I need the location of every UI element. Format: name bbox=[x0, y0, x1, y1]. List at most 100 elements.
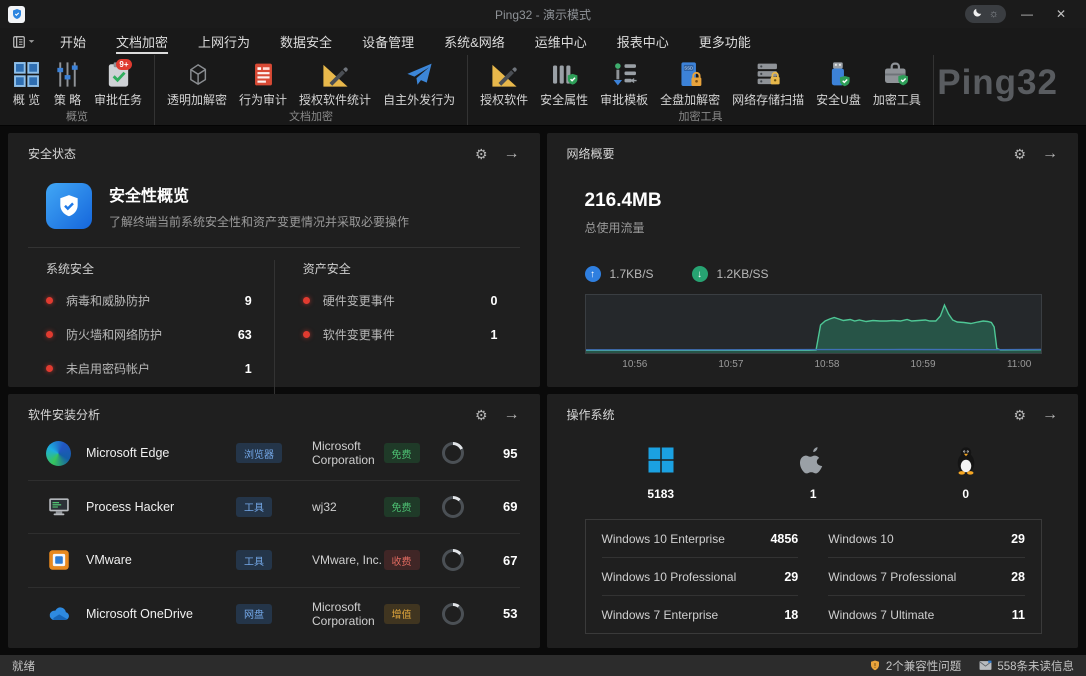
category-badge: 网盘 bbox=[236, 604, 272, 624]
status-ready-text: 就绪 bbox=[12, 658, 35, 674]
mail-icon bbox=[979, 660, 992, 671]
vmware-icon bbox=[46, 547, 72, 573]
compatibility-issues[interactable]: 2个兼容性问题 bbox=[869, 658, 961, 674]
close-button[interactable]: ✕ bbox=[1048, 0, 1074, 28]
panel-operating-systems: 操作系统 ⚙ → 5183 1 bbox=[547, 394, 1079, 648]
score-ring bbox=[442, 442, 464, 464]
ribbon-group-doc-encryption: 透明加解密 行为审计 授权软件统计 自主外发行为 文档加密 bbox=[155, 55, 468, 125]
list-item[interactable]: 未启用密码帐户1 bbox=[46, 360, 252, 377]
approval-badge: 9+ bbox=[116, 59, 131, 70]
ribbon-toolbar: 概 览 策 略 9+ 审批任务 概览 透 bbox=[0, 55, 1086, 126]
tab-web-behavior[interactable]: 上网行为 bbox=[183, 29, 265, 54]
self-outgoing-button[interactable]: 自主外发行为 bbox=[377, 58, 461, 110]
table-row[interactable]: Windows 7 Enterprise18 bbox=[602, 596, 799, 633]
theme-toggle[interactable]: ☼ bbox=[965, 5, 1006, 23]
arrow-right-icon[interactable]: → bbox=[1042, 146, 1058, 162]
table-row[interactable]: VMware 工具 VMware, Inc. 收费 67 bbox=[28, 534, 520, 588]
approval-tasks-button[interactable]: 9+ 审批任务 bbox=[88, 58, 148, 110]
tab-report-center[interactable]: 报表中心 bbox=[602, 29, 684, 54]
gear-icon[interactable]: ⚙ bbox=[475, 408, 488, 422]
table-row[interactable]: Windows 7 Ultimate11 bbox=[828, 596, 1025, 633]
app-menu-icon[interactable] bbox=[12, 35, 35, 49]
overview-button[interactable]: 概 览 bbox=[6, 58, 47, 110]
overview-grid-icon bbox=[12, 60, 41, 89]
behavior-audit-button[interactable]: 行为审计 bbox=[233, 58, 293, 110]
arrow-right-icon[interactable]: → bbox=[1042, 407, 1058, 423]
arrow-right-icon[interactable]: → bbox=[504, 146, 520, 162]
x-tick-label: 10:57 bbox=[718, 359, 743, 370]
platform-apple[interactable]: 1 bbox=[737, 445, 890, 501]
policy-button[interactable]: 策 略 bbox=[47, 58, 88, 110]
tab-ops-center[interactable]: 运维中心 bbox=[520, 29, 602, 54]
alert-dot-icon bbox=[303, 297, 310, 304]
alert-dot-icon bbox=[46, 297, 53, 304]
panel-title: 软件安装分析 bbox=[28, 406, 100, 423]
security-overview-desc: 了解终端当前系统安全性和资产变更情况并采取必要操作 bbox=[109, 213, 409, 230]
tab-device-management[interactable]: 设备管理 bbox=[347, 29, 429, 54]
fence-shield-icon bbox=[550, 60, 579, 89]
status-bar: 就绪 2个兼容性问题 558条未读信息 bbox=[0, 655, 1086, 676]
network-traffic-chart[interactable] bbox=[585, 294, 1043, 354]
approval-list-icon bbox=[610, 60, 639, 89]
fulldisk-encryption-button[interactable]: SSD 全盘加解密 bbox=[654, 58, 726, 110]
transparent-encryption-button[interactable]: 透明加解密 bbox=[161, 58, 233, 110]
linux-tux-icon bbox=[951, 445, 981, 475]
tab-more-features[interactable]: 更多功能 bbox=[684, 29, 766, 54]
approval-templates-button[interactable]: 审批模板 bbox=[594, 58, 654, 110]
table-row[interactable]: Windows 1029 bbox=[828, 520, 1025, 558]
table-row[interactable]: Windows 10 Professional29 bbox=[602, 558, 799, 596]
arrow-right-icon[interactable]: → bbox=[504, 407, 520, 423]
gear-icon[interactable]: ⚙ bbox=[1013, 408, 1026, 422]
list-item[interactable]: 软件变更事件1 bbox=[303, 326, 498, 343]
price-badge: 收费 bbox=[384, 550, 420, 570]
server-lock-icon bbox=[754, 60, 783, 89]
total-traffic-label: 总使用流量 bbox=[585, 219, 1059, 236]
platform-linux[interactable]: 0 bbox=[890, 445, 1043, 501]
cube-icon bbox=[183, 60, 212, 89]
dashboard: 安全状态 ⚙ → 安全性概览 了解终端当前系统安全性和资产变更情况并采取必要操作 bbox=[0, 126, 1086, 655]
list-item[interactable]: 病毒和威胁防护9 bbox=[46, 292, 252, 309]
ribbon-group-label: 文档加密 bbox=[155, 108, 467, 124]
table-row[interactable]: Windows 10 Enterprise4856 bbox=[602, 520, 799, 558]
ribbon-group-overview: 概 览 策 略 9+ 审批任务 概览 bbox=[0, 55, 155, 125]
list-item[interactable]: 防火墙和网络防护63 bbox=[46, 326, 252, 343]
upload-arrow-icon: ↑ bbox=[585, 266, 601, 282]
tab-data-security[interactable]: 数据安全 bbox=[265, 29, 347, 54]
tab-system-network[interactable]: 系统&网络 bbox=[429, 29, 520, 54]
table-row[interactable]: Process Hacker 工具 wj32 免费 69 bbox=[28, 481, 520, 535]
authorized-software-stats-button[interactable]: 授权软件统计 bbox=[293, 58, 377, 110]
minimize-button[interactable]: — bbox=[1014, 0, 1040, 28]
tab-doc-encryption[interactable]: 文档加密 bbox=[101, 29, 183, 54]
sun-icon: ☼ bbox=[989, 9, 999, 20]
price-badge: 免费 bbox=[384, 497, 420, 517]
x-tick-label: 11:00 bbox=[1007, 359, 1031, 370]
table-row[interactable]: Microsoft OneDrive 网盘 Microsoft Corporat… bbox=[28, 588, 520, 641]
menu-tab-row: 开始 文档加密 上网行为 数据安全 设备管理 系统&网络 运维中心 报表中心 更… bbox=[0, 28, 1086, 55]
onedrive-icon bbox=[46, 601, 72, 627]
panel-network-summary: 网络概要 ⚙ → 216.4MB 总使用流量 ↑ 1.7KB/S ↓ 1.2KB… bbox=[547, 133, 1079, 387]
ribbon-group-label: 加密工具 bbox=[468, 108, 933, 124]
panel-software-analysis: 软件安装分析 ⚙ → Microsoft Edge 浏览器 Microsoft … bbox=[8, 394, 540, 648]
authorized-software-button[interactable]: 授权软件 bbox=[474, 58, 534, 110]
triangle-pencil-icon bbox=[490, 60, 519, 89]
alert-dot-icon bbox=[303, 331, 310, 338]
gear-icon[interactable]: ⚙ bbox=[1013, 147, 1026, 161]
tab-start[interactable]: 开始 bbox=[45, 29, 101, 54]
brand-watermark: Ping32 bbox=[937, 63, 1058, 103]
category-badge: 浏览器 bbox=[236, 443, 282, 463]
apple-icon bbox=[798, 445, 828, 475]
moon-icon bbox=[972, 5, 983, 23]
security-attributes-button[interactable]: 安全属性 bbox=[534, 58, 594, 110]
table-row[interactable]: Windows 7 Professional28 bbox=[828, 558, 1025, 596]
platform-windows[interactable]: 5183 bbox=[585, 445, 738, 501]
encryption-tools-button[interactable]: 加密工具 bbox=[867, 58, 927, 110]
usb-shield-icon bbox=[824, 60, 853, 89]
security-overview-title: 安全性概览 bbox=[109, 182, 409, 206]
network-storage-scan-button[interactable]: 网络存储扫描 bbox=[726, 58, 810, 110]
unread-messages[interactable]: 558条未读信息 bbox=[979, 658, 1074, 674]
list-item[interactable]: 硬件变更事件0 bbox=[303, 292, 498, 309]
table-row[interactable]: Microsoft Edge 浏览器 Microsoft Corporation… bbox=[28, 427, 520, 481]
system-security-group: 系统安全 病毒和威胁防护9 防火墙和网络防护63 未启用密码帐户1 bbox=[28, 260, 274, 394]
secure-usb-button[interactable]: 安全U盘 bbox=[810, 58, 867, 110]
gear-icon[interactable]: ⚙ bbox=[475, 147, 488, 161]
